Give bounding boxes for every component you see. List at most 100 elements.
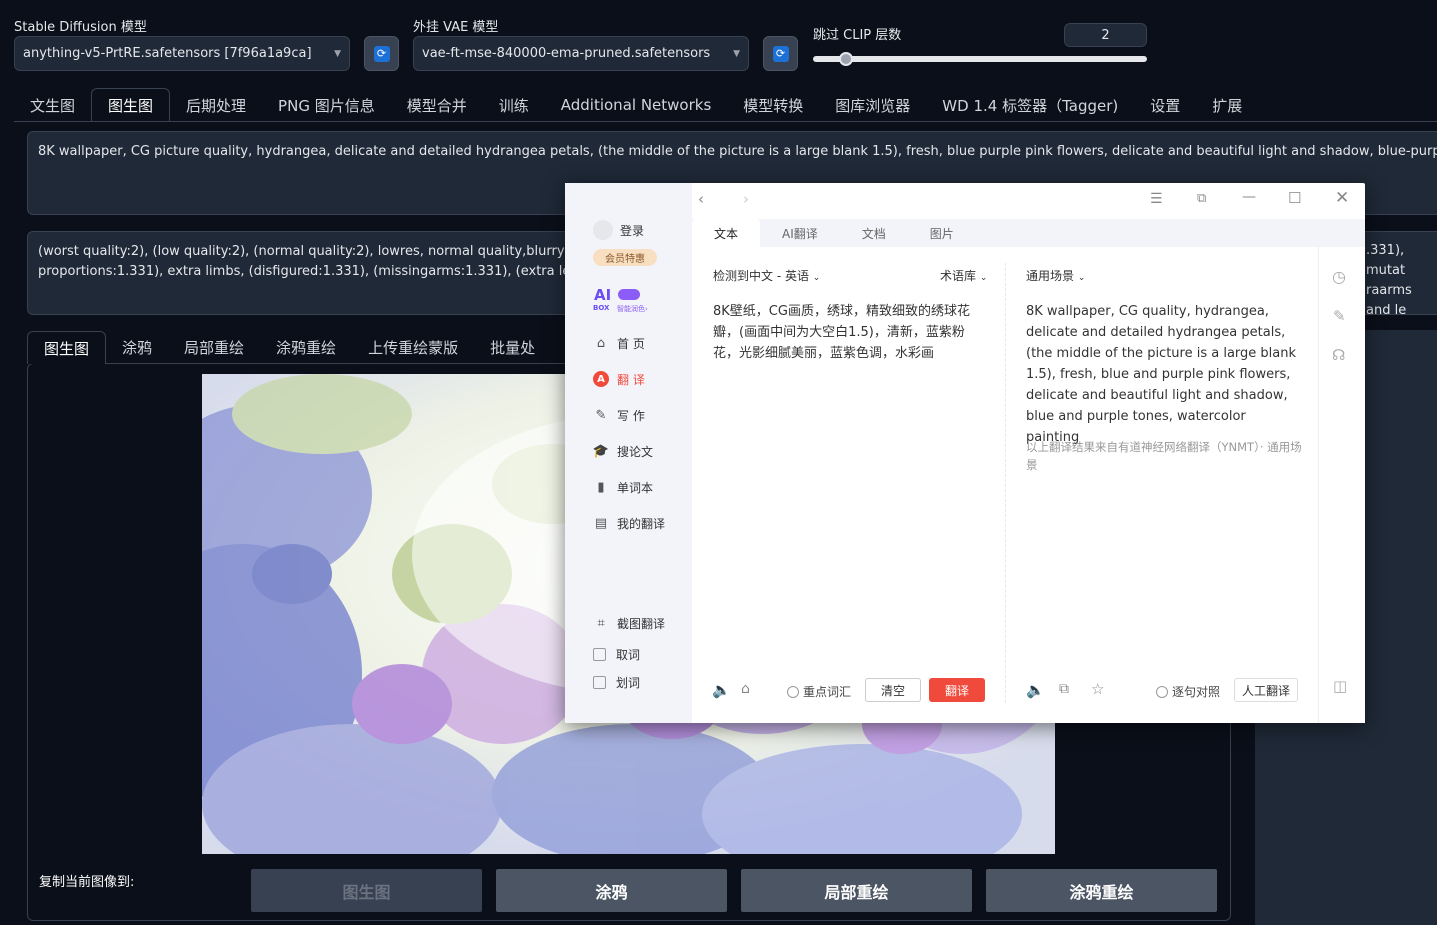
vae-refresh-button[interactable]: ⟳ <box>763 36 798 71</box>
tab-main-11[interactable]: 扩展 <box>1196 88 1258 122</box>
tab-sub-0[interactable]: 图生图 <box>27 331 107 364</box>
clip-skip-slider[interactable] <box>813 56 1147 62</box>
copy-to-inpaint-button[interactable]: 局部重绘 <box>741 869 972 912</box>
clear-button[interactable]: 清空 <box>865 678 921 702</box>
human-translate-button[interactable]: 人工翻译 <box>1234 678 1298 702</box>
copy-to-inpaint-sketch-button[interactable]: 涂鸦重绘 <box>986 869 1217 912</box>
language-label: 检测到中文 - 英语 <box>713 269 809 283</box>
clip-skip-number[interactable]: 2 <box>1064 23 1147 47</box>
aibox-logo-box: BOX <box>593 304 610 312</box>
tab-sub-5[interactable]: 批量处 <box>474 331 551 364</box>
screenshot-translate-button[interactable]: ⌗ 截图翻译 <box>593 609 665 637</box>
tab-main-6[interactable]: Additional Networks <box>545 88 728 122</box>
headset-icon[interactable]: ☊ <box>1332 346 1345 364</box>
copy-icon[interactable]: ⧉ <box>1059 681 1069 697</box>
vae-dropdown[interactable]: vae-ft-mse-840000-ema-pruned.safetensors… <box>413 36 749 71</box>
tab-main-3[interactable]: PNG 图片信息 <box>262 88 391 122</box>
translator-tabs: 文本 AI翻译 文档 图片 <box>692 219 976 247</box>
tab-main-8[interactable]: 图库浏览器 <box>819 88 926 122</box>
negative-prompt-tail: .331), mutat <box>1366 243 1406 278</box>
nav-item-4[interactable]: ▮ 单词本 <box>593 469 688 505</box>
nav-item-3[interactable]: 🎓 搜论文 <box>593 433 688 469</box>
tab-sub-2[interactable]: 局部重绘 <box>168 331 260 364</box>
translator-tab-0[interactable]: 文本 <box>692 219 761 247</box>
tab-sub-1[interactable]: 涂鸦 <box>106 331 168 364</box>
clip-skip-slider-handle[interactable] <box>839 52 854 66</box>
negative-prompt-tail: raarms and le <box>1366 283 1412 318</box>
tab-sub-3[interactable]: 涂鸦重绘 <box>260 331 352 364</box>
tab-main-7[interactable]: 模型转换 <box>727 88 819 122</box>
copy-to-img2img-button[interactable]: 图生图 <box>251 869 482 912</box>
crop-icon: ⌗ <box>597 615 605 631</box>
scene-selector[interactable]: 通用场景 ⌄ <box>1026 267 1085 284</box>
translate-button[interactable]: 翻译 <box>929 678 985 702</box>
speaker-icon[interactable]: 🔈 <box>1026 681 1045 699</box>
nav-item-2[interactable]: ✎ 写 作 <box>593 397 688 433</box>
nav-item-label: 单词本 <box>617 480 654 495</box>
select-word-checkbox[interactable]: 划词 <box>593 668 640 696</box>
sd-model-dropdown[interactable]: anything-v5-PrtRE.safetensors [7f96a1a9c… <box>14 36 350 71</box>
word-pick-checkbox[interactable]: 取词 <box>593 640 640 668</box>
pin-icon[interactable]: ⧉ <box>1197 191 1206 206</box>
translator-nav: ⌂ 首 页 A 翻 译 ✎ 写 作 🎓 搜论文 ▮ 单词本 ▤ 我的翻译 <box>593 325 688 541</box>
termbase-selector[interactable]: 术语库 ⌄ <box>940 267 987 284</box>
source-text-input[interactable]: 8K壁纸，CG画质，绣球，精致细致的绣球花瓣，(画面中间为大空白1.5)，清新，… <box>713 301 989 364</box>
pane-divider <box>1005 263 1006 703</box>
chevron-down-icon: ⌄ <box>812 273 821 283</box>
tab-main-0[interactable]: 文生图 <box>14 88 91 122</box>
translator-tab-1[interactable]: AI翻译 <box>760 219 840 247</box>
forward-icon[interactable]: › <box>743 190 749 208</box>
tab-main-4[interactable]: 模型合并 <box>391 88 483 122</box>
avatar[interactable] <box>593 220 613 240</box>
sentence-compare-toggle[interactable]: 逐句对照 <box>1156 683 1220 700</box>
key-vocab-toggle[interactable]: 重点词汇 <box>787 683 851 700</box>
translator-tab-3[interactable]: 图片 <box>908 219 976 247</box>
copy-to-sketch-button[interactable]: 涂鸦 <box>496 869 727 912</box>
chevron-down-icon: ⌄ <box>979 273 988 283</box>
history-icon[interactable]: ◷ <box>1332 267 1346 286</box>
vae-value: vae-ft-mse-840000-ema-pruned.safetensors <box>422 46 711 61</box>
word-pick-label: 取词 <box>616 647 641 662</box>
back-icon[interactable]: ‹ <box>698 190 704 208</box>
img2img-sub-tabs: 图生图 涂鸦 局部重绘 涂鸦重绘 上传重绘蒙版 批量处 <box>27 331 551 364</box>
basket-icon[interactable]: ⌂ <box>741 681 750 697</box>
nav-item-5[interactable]: ▤ 我的翻译 <box>593 505 688 541</box>
nav-item-1[interactable]: A翻 译 <box>593 361 688 397</box>
main-tabs: 文生图 图生图 后期处理 PNG 图片信息 模型合并 训练 Additional Netwo… <box>14 88 1258 122</box>
language-selector[interactable]: 检测到中文 - 英语 ⌄ <box>713 267 820 284</box>
tab-main-5[interactable]: 训练 <box>483 88 545 122</box>
translator-tab-2[interactable]: 文档 <box>840 219 908 247</box>
maximize-icon[interactable]: ☐ <box>1288 189 1301 207</box>
star-icon[interactable]: ☆ <box>1091 680 1104 698</box>
scene-label: 通用场景 <box>1026 269 1075 283</box>
minimize-icon[interactable]: — <box>1242 189 1256 205</box>
copy-to-label: 复制当前图像到: <box>39 875 135 890</box>
sd-refresh-button[interactable]: ⟳ <box>364 36 399 71</box>
nav-item-0[interactable]: ⌂ 首 页 <box>593 325 688 361</box>
home-icon: ⌂ <box>596 335 606 351</box>
nav-item-label: 搜论文 <box>617 444 654 459</box>
tab-main-9[interactable]: WD 1.4 标签器（Tagger) <box>926 88 1134 122</box>
chevron-down-icon: ▼ <box>334 48 341 59</box>
sd-model-label: Stable Diffusion 模型 <box>14 20 147 35</box>
paper-search-icon: 🎓 <box>592 443 610 459</box>
speaker-icon[interactable]: 🔈 <box>712 681 731 699</box>
nav-item-label: 写 作 <box>617 408 645 423</box>
tab-sub-4[interactable]: 上传重绘蒙版 <box>352 331 474 364</box>
menu-icon[interactable]: ☰ <box>1150 191 1163 207</box>
notes-icon[interactable]: ✎ <box>1333 307 1346 325</box>
vip-badge[interactable]: 会员特惠 <box>593 249 657 266</box>
vae-label: 外挂 VAE 模型 <box>413 20 499 35</box>
tab-main-1[interactable]: 图生图 <box>91 88 171 122</box>
toggle-icon <box>618 289 640 300</box>
aibox-logo[interactable]: AI <box>594 286 611 304</box>
login-link[interactable]: 登录 <box>620 222 644 239</box>
my-translation-icon: ▤ <box>594 515 608 531</box>
checkbox-icon <box>593 675 606 689</box>
tab-main-10[interactable]: 设置 <box>1134 88 1196 122</box>
sidebar-toggle-icon[interactable]: ◫ <box>1333 677 1347 695</box>
termbase-label: 术语库 <box>940 269 977 283</box>
translate-icon: A <box>593 371 609 387</box>
close-icon[interactable]: ✕ <box>1335 188 1349 208</box>
tab-main-2[interactable]: 后期处理 <box>170 88 262 122</box>
